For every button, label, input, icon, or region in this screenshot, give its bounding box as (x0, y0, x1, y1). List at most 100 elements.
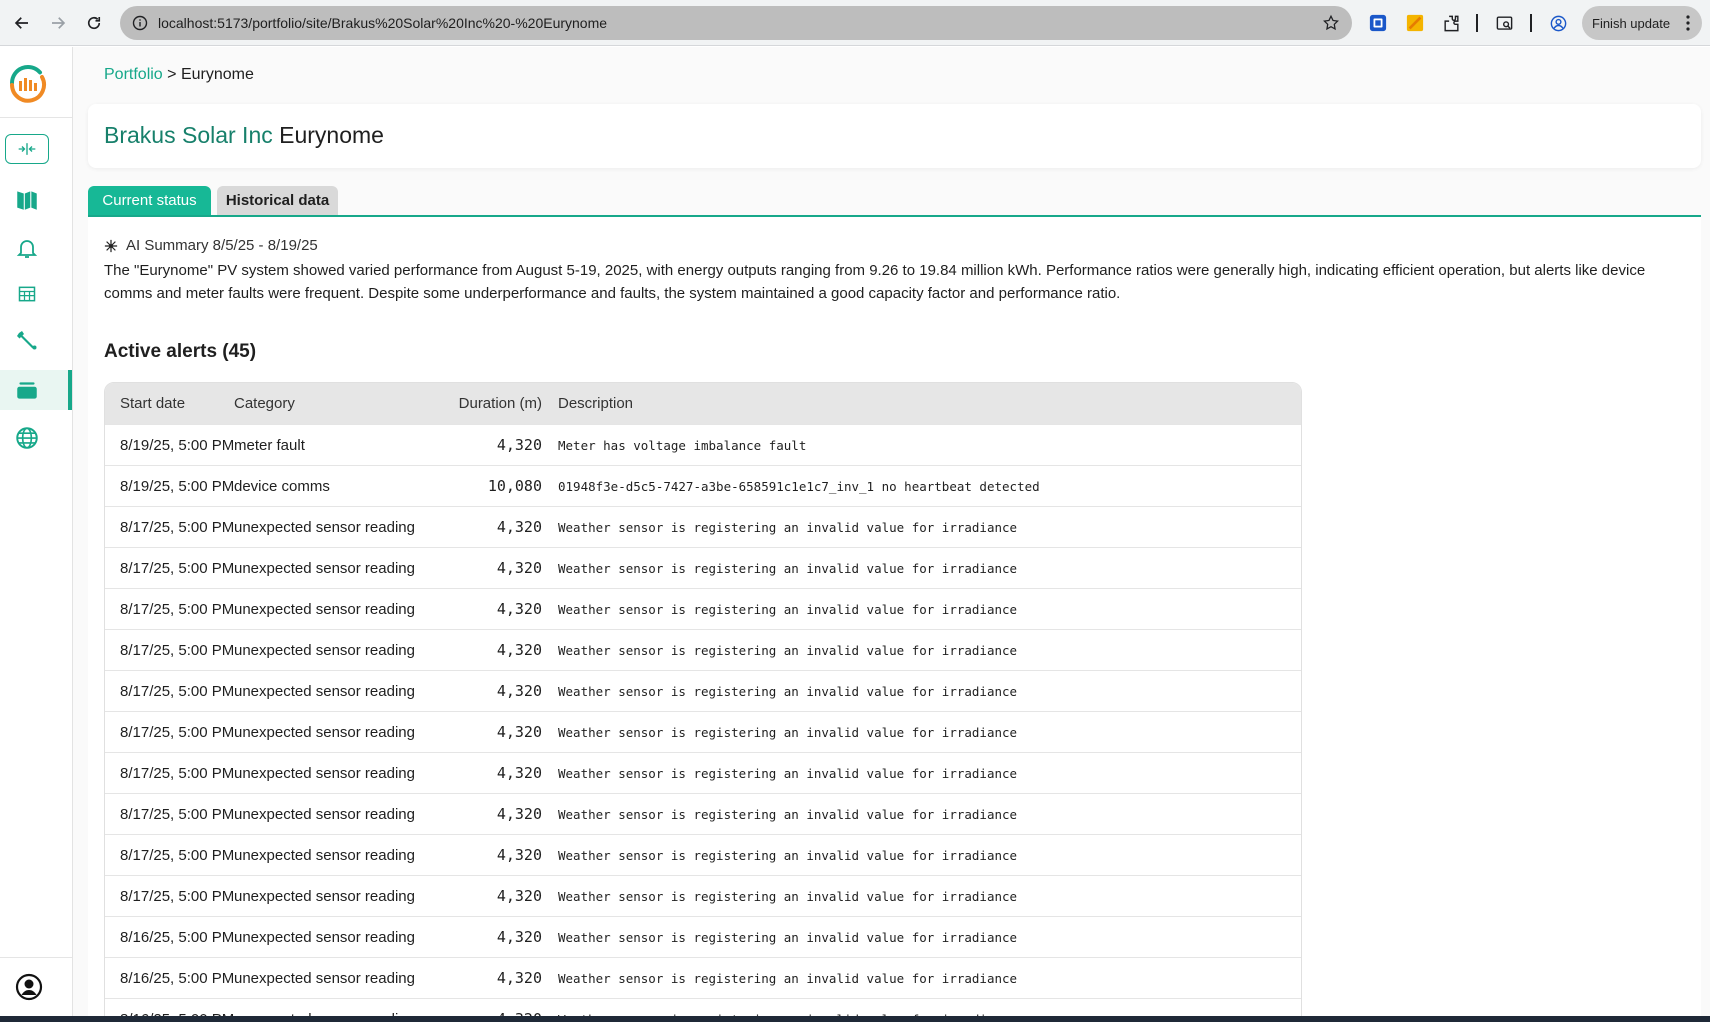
map-icon (17, 191, 37, 210)
globe-icon (16, 427, 38, 449)
sidebar-divider (0, 117, 72, 118)
table-row[interactable]: 8/16/25, 5:00 PMunexpected sensor readin… (105, 998, 1301, 1016)
alert-start-date: 8/17/25, 5:00 PM (120, 518, 235, 536)
table-row[interactable]: 8/17/25, 5:00 PM unexpected sensor readin… (105, 875, 1301, 916)
table-row[interactable]: 8/17/25, 5:00 PM unexpected sensor readin… (105, 711, 1301, 752)
table-row[interactable]: 8/17/25, 5:00 PM unexpected sensor readin… (105, 793, 1301, 834)
breadcrumb: Portfolio > Eurynome (104, 66, 254, 84)
alert-duration: 4,320 (496, 682, 542, 700)
alert-duration: 4,320 (496, 723, 542, 741)
tab-bar: Current status Historical data (88, 186, 1701, 217)
site-name: Eurynome (279, 122, 384, 148)
alert-description: Weather sensor is registering an invalid… (558, 560, 1018, 576)
sidebar-item-map[interactable] (12, 185, 42, 215)
current-status-panel: AI Summary 8/5/25 - 8/19/25 The "Eurynom… (88, 217, 1701, 1016)
alert-duration: 4,320 (496, 846, 542, 864)
sidebar-item-alerts[interactable] (12, 233, 42, 263)
table-row[interactable]: 8/17/25, 5:00 PM unexpected sensor readin… (105, 588, 1301, 629)
breadcrumb-separator: > (167, 66, 177, 83)
url-text: localhost:5173/portfolio/site/Brakus%20S… (158, 15, 608, 31)
main-content: Portfolio > Eurynome Brakus Solar Inc Eu… (73, 47, 1710, 1016)
site-icon (17, 382, 37, 399)
column-header-description[interactable]: Description (542, 395, 633, 412)
table-body: 8/19/25, 5:00 PM meter fault 4,320 Meter ha… (105, 424, 1301, 1016)
tab-search-icon[interactable] (1494, 13, 1514, 33)
browser-toolbar: localhost:5173/portfolio/site/Brakus%20S… (0, 0, 1710, 46)
alert-start-date: 8/19/25, 5:00 PM (120, 477, 235, 495)
alert-category: unexpected sensor reading (234, 518, 415, 536)
alert-description: 01948f3e-d5c5-7427-a3be-658591c1e1c7_inv… (558, 478, 1040, 494)
alert-start-date: 8/16/25, 5:00 PM (120, 928, 235, 946)
table-row[interactable]: 8/17/25, 5:00 PM unexpected sensor readin… (105, 629, 1301, 670)
breadcrumb-current: Eurynome (180, 66, 254, 83)
alert-description: Weather sensor is registering an invalid… (558, 642, 1018, 658)
column-header-duration[interactable]: Duration (m) (439, 395, 542, 412)
puzzle-icon[interactable] (1441, 13, 1461, 33)
sparkle-icon (104, 239, 118, 252)
table-row[interactable]: 8/19/25, 5:00 PM meter fault 4,320 Meter ha… (105, 424, 1301, 465)
alert-category: unexpected sensor reading (234, 600, 415, 618)
alert-description: Weather sensor is registering an invalid… (558, 765, 1018, 781)
table-row[interactable]: 8/17/25, 5:00 PM unexpected sensor readin… (105, 506, 1301, 547)
extension-yellow-icon[interactable] (1405, 13, 1425, 33)
table-row[interactable]: 8/16/25, 5:00 PMunexpected sensor readin… (105, 957, 1301, 998)
alert-category: unexpected sensor reading (234, 846, 415, 864)
finish-update-button[interactable]: Finish update (1582, 6, 1702, 40)
column-header-category[interactable]: Category (234, 395, 439, 412)
toolbar-separator (1476, 14, 1478, 32)
toolbar-separator (1530, 14, 1532, 32)
alerts-table: Start date Category Duration (m) Descrip… (104, 382, 1302, 1016)
table-icon (18, 286, 36, 302)
sidebar-item-maintenance[interactable] (12, 325, 42, 355)
site-info-icon[interactable] (132, 15, 148, 31)
back-icon[interactable] (10, 11, 34, 35)
alert-duration: 4,320 (496, 928, 542, 946)
forward-icon[interactable] (46, 11, 70, 35)
profile-icon[interactable] (1548, 13, 1568, 33)
window-bottom-edge (0, 1016, 1710, 1022)
alert-duration: 4,320 (496, 559, 542, 577)
alert-description: Weather sensor is registering an invalid… (558, 683, 1018, 699)
table-row[interactable]: 8/17/25, 5:00 PM unexpected sensor readin… (105, 670, 1301, 711)
alert-duration: 4,320 (496, 969, 542, 987)
sidebar-item-table[interactable] (12, 279, 42, 309)
address-bar[interactable]: localhost:5173/portfolio/site/Brakus%20S… (120, 6, 1352, 40)
table-row[interactable]: 8/17/25, 5:00 PM unexpected sensor readin… (105, 547, 1301, 588)
site-header-card: Brakus Solar Inc Eurynome (88, 104, 1701, 168)
breadcrumb-portfolio-link[interactable]: Portfolio (104, 66, 163, 83)
finish-update-label: Finish update (1592, 15, 1671, 31)
alert-start-date: 8/17/25, 5:00 PM (120, 641, 235, 659)
alert-start-date: 8/17/25, 5:00 PM (120, 559, 235, 577)
table-row[interactable]: 8/19/25, 5:00 PM device comms 10,080 01948f… (105, 465, 1301, 506)
sidebar-item-globe[interactable] (12, 423, 42, 453)
expand-icon (18, 143, 36, 155)
alert-start-date: 8/17/25, 5:00 PM (120, 805, 235, 823)
sidebar-item-sites[interactable] (12, 375, 42, 405)
tab-current-status[interactable]: Current status (88, 186, 211, 215)
tab-historical-data[interactable]: Historical data (217, 186, 338, 215)
reload-icon[interactable] (82, 11, 106, 35)
alert-duration: 4,320 (496, 764, 542, 782)
extension-blue-icon[interactable] (1368, 13, 1388, 33)
alert-duration: 4,320 (496, 805, 542, 823)
table-row[interactable]: 8/16/25, 5:00 PMunexpected sensor readin… (105, 916, 1301, 957)
more-menu-icon[interactable] (1686, 15, 1690, 31)
page-title: Brakus Solar Inc Eurynome (104, 122, 384, 149)
alert-category: unexpected sensor reading (234, 559, 415, 577)
alert-category: unexpected sensor reading (234, 805, 415, 823)
alert-description: Weather sensor is registering an invalid… (558, 970, 1018, 986)
alert-duration: 4,320 (496, 436, 542, 454)
column-header-start-date[interactable]: Start date (105, 395, 234, 412)
bookmark-star-icon[interactable] (1322, 14, 1340, 32)
wrench-icon (17, 331, 37, 350)
app-logo[interactable] (6, 59, 50, 103)
user-icon[interactable] (15, 973, 43, 1001)
alert-category: unexpected sensor reading (234, 641, 415, 659)
ai-summary-label: AI Summary 8/5/25 - 8/19/25 (126, 237, 318, 254)
table-row[interactable]: 8/17/25, 5:00 PM unexpected sensor readin… (105, 752, 1301, 793)
table-row[interactable]: 8/17/25, 5:00 PM unexpected sensor readin… (105, 834, 1301, 875)
alert-description: Weather sensor is registering an invalid… (558, 601, 1018, 617)
alert-duration: 4,320 (496, 641, 542, 659)
expand-sidebar-button[interactable] (5, 134, 49, 164)
bell-icon (16, 240, 38, 258)
